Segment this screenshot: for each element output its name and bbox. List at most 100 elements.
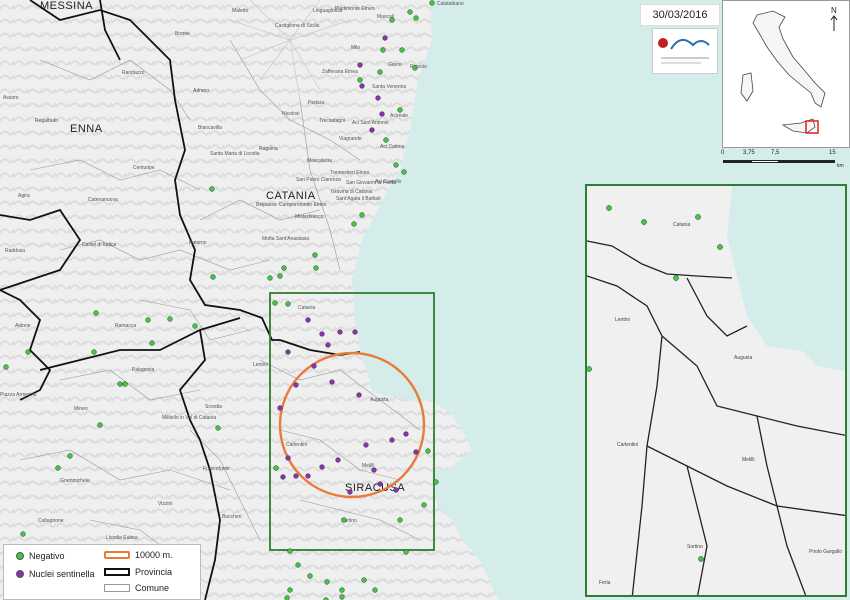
negativo-point bbox=[587, 366, 592, 372]
negativo-point bbox=[25, 349, 31, 355]
nuclei-sentinella-point bbox=[382, 35, 388, 41]
nuclei-sentinella-point bbox=[337, 329, 343, 335]
comune-label: Viagrande bbox=[339, 136, 362, 142]
nuclei-sentinella-point bbox=[347, 489, 353, 495]
nuclei-sentinella-point bbox=[359, 83, 365, 89]
negativo-point bbox=[357, 77, 363, 83]
comune-label: Carlentini bbox=[286, 442, 307, 448]
purple-dot-icon bbox=[16, 570, 24, 578]
negativo-point bbox=[393, 162, 399, 168]
legend-label: Negativo bbox=[29, 551, 65, 561]
north-arrow-icon bbox=[830, 15, 838, 31]
comune-label: Raddusa bbox=[5, 248, 25, 254]
comune-label: Castel di Iudica bbox=[82, 242, 116, 248]
legend-item-nuclei: Nuclei sentinella bbox=[16, 569, 95, 579]
comune-label: Licodia Eubea bbox=[106, 535, 138, 541]
negativo-point bbox=[295, 562, 301, 568]
nuclei-sentinella-point bbox=[369, 127, 375, 133]
negativo-point bbox=[399, 47, 405, 53]
scale-segment bbox=[779, 160, 835, 163]
nuclei-sentinella-point bbox=[285, 455, 291, 461]
italy-inset-map: N bbox=[722, 0, 850, 148]
negativo-point bbox=[341, 517, 347, 523]
negativo-point bbox=[209, 186, 215, 192]
logo-icon bbox=[658, 38, 710, 64]
comune-label: Acireale bbox=[390, 113, 408, 119]
comune-label: Bronte bbox=[175, 31, 190, 37]
negativo-point bbox=[425, 448, 431, 454]
negativo-point bbox=[117, 381, 123, 387]
nuclei-sentinella-point bbox=[403, 431, 409, 437]
comune-label: Mascalucia bbox=[307, 158, 332, 164]
negativo-point bbox=[312, 252, 318, 258]
zoom-comune-label: Catania bbox=[673, 222, 690, 228]
negativo-point bbox=[372, 587, 378, 593]
legend-label: Comune bbox=[135, 583, 170, 593]
comune-label: Paterno bbox=[189, 240, 207, 246]
negativo-point bbox=[91, 349, 97, 355]
province-label-messina: MESSINA bbox=[40, 0, 93, 12]
legend-item-circle: 10000 m. bbox=[104, 550, 173, 560]
nuclei-sentinella-point bbox=[356, 392, 362, 398]
negativo-point bbox=[3, 364, 9, 370]
nuclei-sentinella-point bbox=[413, 449, 419, 455]
comune-label: Nicolosi bbox=[282, 111, 300, 117]
comune-label: Motta Sant'Anastasia bbox=[262, 236, 309, 242]
negativo-point bbox=[377, 69, 383, 75]
negativo-point bbox=[287, 587, 293, 593]
sardinia-shape bbox=[740, 72, 754, 102]
negativo-point bbox=[429, 0, 435, 6]
comune-label: Piazza Armerina bbox=[0, 392, 37, 398]
comune-label: Giarre bbox=[388, 62, 402, 68]
comune-label: Ramacca bbox=[115, 323, 136, 329]
nuclei-sentinella-point bbox=[335, 457, 341, 463]
zoom-panel: Catania Lentini Augusta Carlentini Melil… bbox=[585, 184, 847, 597]
nuclei-sentinella-point bbox=[305, 473, 311, 479]
zoom-comune-label: Melilli bbox=[742, 457, 755, 463]
negativo-point bbox=[673, 275, 679, 281]
comune-line-icon bbox=[104, 584, 130, 592]
negativo-point bbox=[413, 15, 419, 21]
negativo-point bbox=[351, 221, 357, 227]
nuclei-sentinella-point bbox=[305, 317, 311, 323]
nuclei-sentinella-point bbox=[357, 62, 363, 68]
comune-label: Zafferana Etnea bbox=[322, 69, 358, 75]
orange-ring-icon bbox=[104, 551, 130, 559]
negativo-point bbox=[359, 212, 365, 218]
negativo-point bbox=[307, 573, 313, 579]
nuclei-sentinella-point bbox=[293, 473, 299, 479]
nuclei-sentinella-point bbox=[285, 349, 291, 355]
scale-bar: 0 3,75 7,5 15 km bbox=[718, 150, 848, 174]
legend-label: Provincia bbox=[135, 567, 173, 577]
negativo-point bbox=[717, 244, 723, 250]
zoom-map: Catania Lentini Augusta Carlentini Melil… bbox=[587, 186, 845, 595]
comune-label: Palagonia bbox=[132, 367, 154, 373]
negativo-point bbox=[433, 479, 439, 485]
comune-label: Misterbianco bbox=[295, 214, 324, 220]
zoom-comune-label: Lentini bbox=[615, 317, 630, 323]
negativo-point bbox=[267, 275, 273, 281]
negativo-point bbox=[192, 323, 198, 329]
comune-label: Aci Catena bbox=[380, 144, 405, 150]
italy-shape bbox=[752, 10, 826, 108]
negativo-point bbox=[383, 137, 389, 143]
legend-label: Nuclei sentinella bbox=[29, 569, 95, 579]
province-label-catania: CATANIA bbox=[266, 190, 316, 202]
negativo-point bbox=[55, 465, 61, 471]
comune-label: Buccheri bbox=[222, 514, 241, 520]
nuclei-sentinella-point bbox=[371, 467, 377, 473]
negativo-point bbox=[20, 531, 26, 537]
scale-tick: 3,75 bbox=[743, 150, 755, 156]
scale-tick: 15 bbox=[829, 150, 836, 156]
map-date: 30/03/2016 bbox=[640, 4, 720, 26]
negativo-point bbox=[281, 265, 287, 271]
negativo-point bbox=[97, 422, 103, 428]
negativo-point bbox=[412, 65, 418, 71]
zoom-comune-label: Carlentini bbox=[617, 442, 638, 448]
negativo-point bbox=[210, 274, 216, 280]
comune-label: Camporotondo Etneo bbox=[279, 202, 327, 208]
negativo-point bbox=[397, 107, 403, 113]
nuclei-sentinella-point bbox=[379, 111, 385, 117]
negativo-point bbox=[401, 169, 407, 175]
negativo-point bbox=[285, 301, 291, 307]
